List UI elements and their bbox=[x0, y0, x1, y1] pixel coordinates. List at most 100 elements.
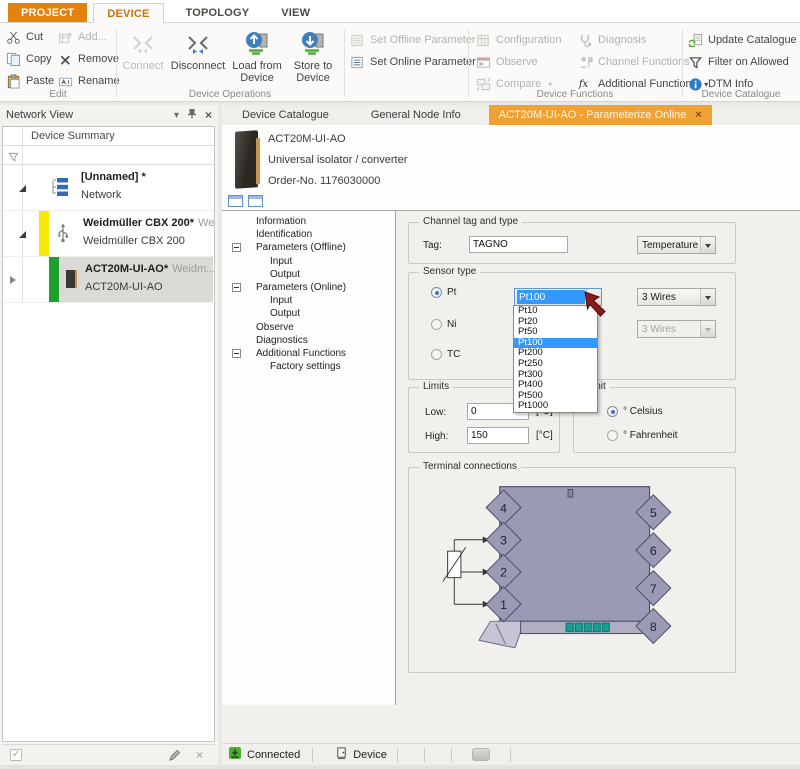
rename-button[interactable]: Rename bbox=[58, 72, 120, 90]
tab-project[interactable]: PROJECT bbox=[8, 3, 87, 22]
network-node-act20m[interactable]: ACT20M-UI-AO*Weidm... ACT20M-UI-AO bbox=[3, 257, 214, 303]
tree-item-identification[interactable]: Identification bbox=[222, 228, 395, 241]
combo-arrow-icon[interactable] bbox=[700, 237, 715, 253]
device-catalogue-group-label: Device Catalogue bbox=[682, 89, 800, 100]
set-online-parameter-button[interactable]: Set Online Parameter bbox=[350, 53, 476, 71]
separator bbox=[451, 748, 452, 762]
observe-label: Observe bbox=[496, 56, 538, 68]
expand-collapse-icon[interactable] bbox=[19, 231, 26, 238]
channel-functions-button[interactable]: Channel Functions bbox=[578, 53, 690, 71]
close-panel-icon[interactable]: × bbox=[205, 108, 212, 122]
device-status[interactable]: Device bbox=[335, 746, 387, 763]
terminal-number: 1 bbox=[500, 598, 507, 612]
high-unit-label: [°C] bbox=[536, 430, 553, 441]
tree-item-diagnostics[interactable]: Diagnostics bbox=[222, 334, 395, 347]
tab-topology[interactable]: TOPOLOGY bbox=[170, 3, 266, 22]
window-restore-icon[interactable] bbox=[228, 195, 243, 207]
collapse-minus-icon[interactable] bbox=[232, 243, 241, 252]
dropdown-option[interactable]: Pt250 bbox=[514, 359, 597, 370]
tree-item-offline-input[interactable]: Input bbox=[222, 255, 395, 268]
pin-icon[interactable] bbox=[187, 108, 197, 122]
tree-item-information[interactable]: Information bbox=[222, 215, 395, 228]
radio-dot-icon bbox=[431, 287, 442, 298]
rename-label: Rename bbox=[78, 75, 120, 87]
add-label: Add... bbox=[78, 31, 107, 43]
tree-item-additional-functions[interactable]: Additional Functions bbox=[222, 347, 395, 360]
set-offline-parameter-label: Set Offline Parameter bbox=[370, 34, 476, 46]
cut-label: Cut bbox=[26, 31, 43, 43]
update-catalogue-button[interactable]: Update Catalogue bbox=[688, 31, 797, 49]
tab-view[interactable]: VIEW bbox=[265, 3, 326, 22]
cut-button[interactable]: Cut bbox=[6, 28, 43, 46]
ribbon-separator bbox=[468, 29, 469, 97]
ni-wires-combo[interactable]: 3 Wires bbox=[637, 320, 716, 338]
device-module-icon bbox=[66, 270, 77, 288]
application-window: PROJECT DEVICE TOPOLOGY VIEW Cut Copy Pa… bbox=[0, 0, 800, 769]
device-summary-header[interactable]: Device Summary bbox=[3, 127, 214, 146]
close-icon[interactable]: × bbox=[196, 748, 203, 762]
tree-item-parameters-online[interactable]: Parameters (Online) bbox=[222, 281, 395, 294]
tab-device-catalogue[interactable]: Device Catalogue bbox=[228, 105, 343, 125]
tab-parameterize-online[interactable]: ACT20M-UI-AO - Parameterize Online × bbox=[489, 105, 712, 125]
tree-item-factory-settings[interactable]: Factory settings bbox=[222, 360, 395, 373]
copy-button[interactable]: Copy bbox=[6, 50, 52, 68]
parameterize-content: Information Identification Parameters (O… bbox=[222, 211, 800, 745]
configuration-label: Configuration bbox=[496, 34, 561, 46]
terminal-number: 7 bbox=[650, 582, 657, 596]
observe-button[interactable]: Observe bbox=[476, 53, 538, 71]
channel-type-value: Temperature bbox=[642, 240, 699, 251]
remove-button[interactable]: Remove bbox=[58, 50, 119, 68]
terminal-number: 4 bbox=[500, 501, 507, 515]
document-tab-bar: Device Catalogue General Node Info ACT20… bbox=[222, 105, 800, 125]
checkbox-icon[interactable]: ✓ bbox=[10, 749, 22, 761]
diagnosis-button[interactable]: Diagnosis bbox=[578, 31, 646, 49]
dropdown-option[interactable]: Pt1000 bbox=[514, 401, 597, 412]
tree-item-offline-output[interactable]: Output bbox=[222, 268, 395, 281]
add-button[interactable]: Add... bbox=[58, 28, 107, 46]
tree-item-online-output[interactable]: Output bbox=[222, 307, 395, 320]
status-bar-button[interactable] bbox=[472, 748, 490, 761]
network-view-panel: Network View ▾ × Device Summary [Unnamed… bbox=[0, 105, 218, 765]
paste-button[interactable]: Paste bbox=[6, 72, 54, 90]
node-title: Weidmüller CBX 200* bbox=[83, 217, 194, 229]
collapse-minus-icon[interactable] bbox=[232, 283, 241, 292]
connection-status[interactable]: Connected bbox=[228, 746, 300, 763]
tab-device[interactable]: DEVICE bbox=[93, 3, 163, 23]
tree-item-online-input[interactable]: Input bbox=[222, 294, 395, 307]
radio-tc[interactable]: TC bbox=[431, 349, 460, 360]
channel-tag-legend: Channel tag and type bbox=[419, 216, 522, 227]
radio-celsius[interactable]: ° Celsius bbox=[607, 406, 663, 417]
pt-wires-combo[interactable]: 3 Wires bbox=[637, 288, 716, 306]
node-suffix: Weidm... bbox=[172, 263, 215, 275]
network-node-project[interactable]: [Unnamed] * Network bbox=[3, 165, 214, 211]
terminal-connections-legend: Terminal connections bbox=[419, 461, 521, 472]
tag-input[interactable] bbox=[469, 236, 568, 253]
radio-ni[interactable]: Ni bbox=[431, 319, 456, 330]
filter-row[interactable] bbox=[3, 146, 214, 165]
usb-icon bbox=[56, 223, 70, 249]
radio-fahrenheit[interactable]: ° Fahrenheit bbox=[607, 430, 678, 441]
tab-parameterize-online-label: ACT20M-UI-AO - Parameterize Online bbox=[499, 105, 687, 125]
set-offline-parameter-button[interactable]: Set Offline Parameter bbox=[350, 31, 476, 49]
online-parameter-icon bbox=[350, 55, 365, 70]
paste-icon bbox=[6, 74, 21, 89]
terminal-number: 5 bbox=[650, 506, 657, 520]
download-device-icon bbox=[300, 30, 326, 56]
radio-pt[interactable]: Pt bbox=[431, 287, 456, 298]
close-tab-icon[interactable]: × bbox=[695, 105, 701, 125]
window-maximize-icon[interactable] bbox=[248, 195, 263, 207]
combo-arrow-icon[interactable] bbox=[700, 289, 715, 305]
radio-dot-icon bbox=[607, 430, 618, 441]
channel-type-combo[interactable]: Temperature bbox=[637, 236, 716, 254]
filter-on-allowed-button[interactable]: Filter on Allowed bbox=[688, 53, 789, 71]
expand-collapse-icon[interactable] bbox=[19, 185, 26, 192]
tree-item-parameters-offline[interactable]: Parameters (Offline) bbox=[222, 241, 395, 254]
tab-general-node-info[interactable]: General Node Info bbox=[357, 105, 475, 125]
tree-item-observe[interactable]: Observe bbox=[222, 321, 395, 334]
network-node-cbx200[interactable]: Weidmüller CBX 200*Wei... Weidmüller CBX… bbox=[3, 211, 214, 257]
panel-menu-icon[interactable]: ▾ bbox=[174, 110, 179, 121]
high-limit-input[interactable] bbox=[467, 427, 529, 444]
collapse-minus-icon[interactable] bbox=[232, 349, 241, 358]
load-from-device-label: Load from Device bbox=[230, 60, 284, 84]
configuration-button[interactable]: Configuration bbox=[476, 31, 561, 49]
